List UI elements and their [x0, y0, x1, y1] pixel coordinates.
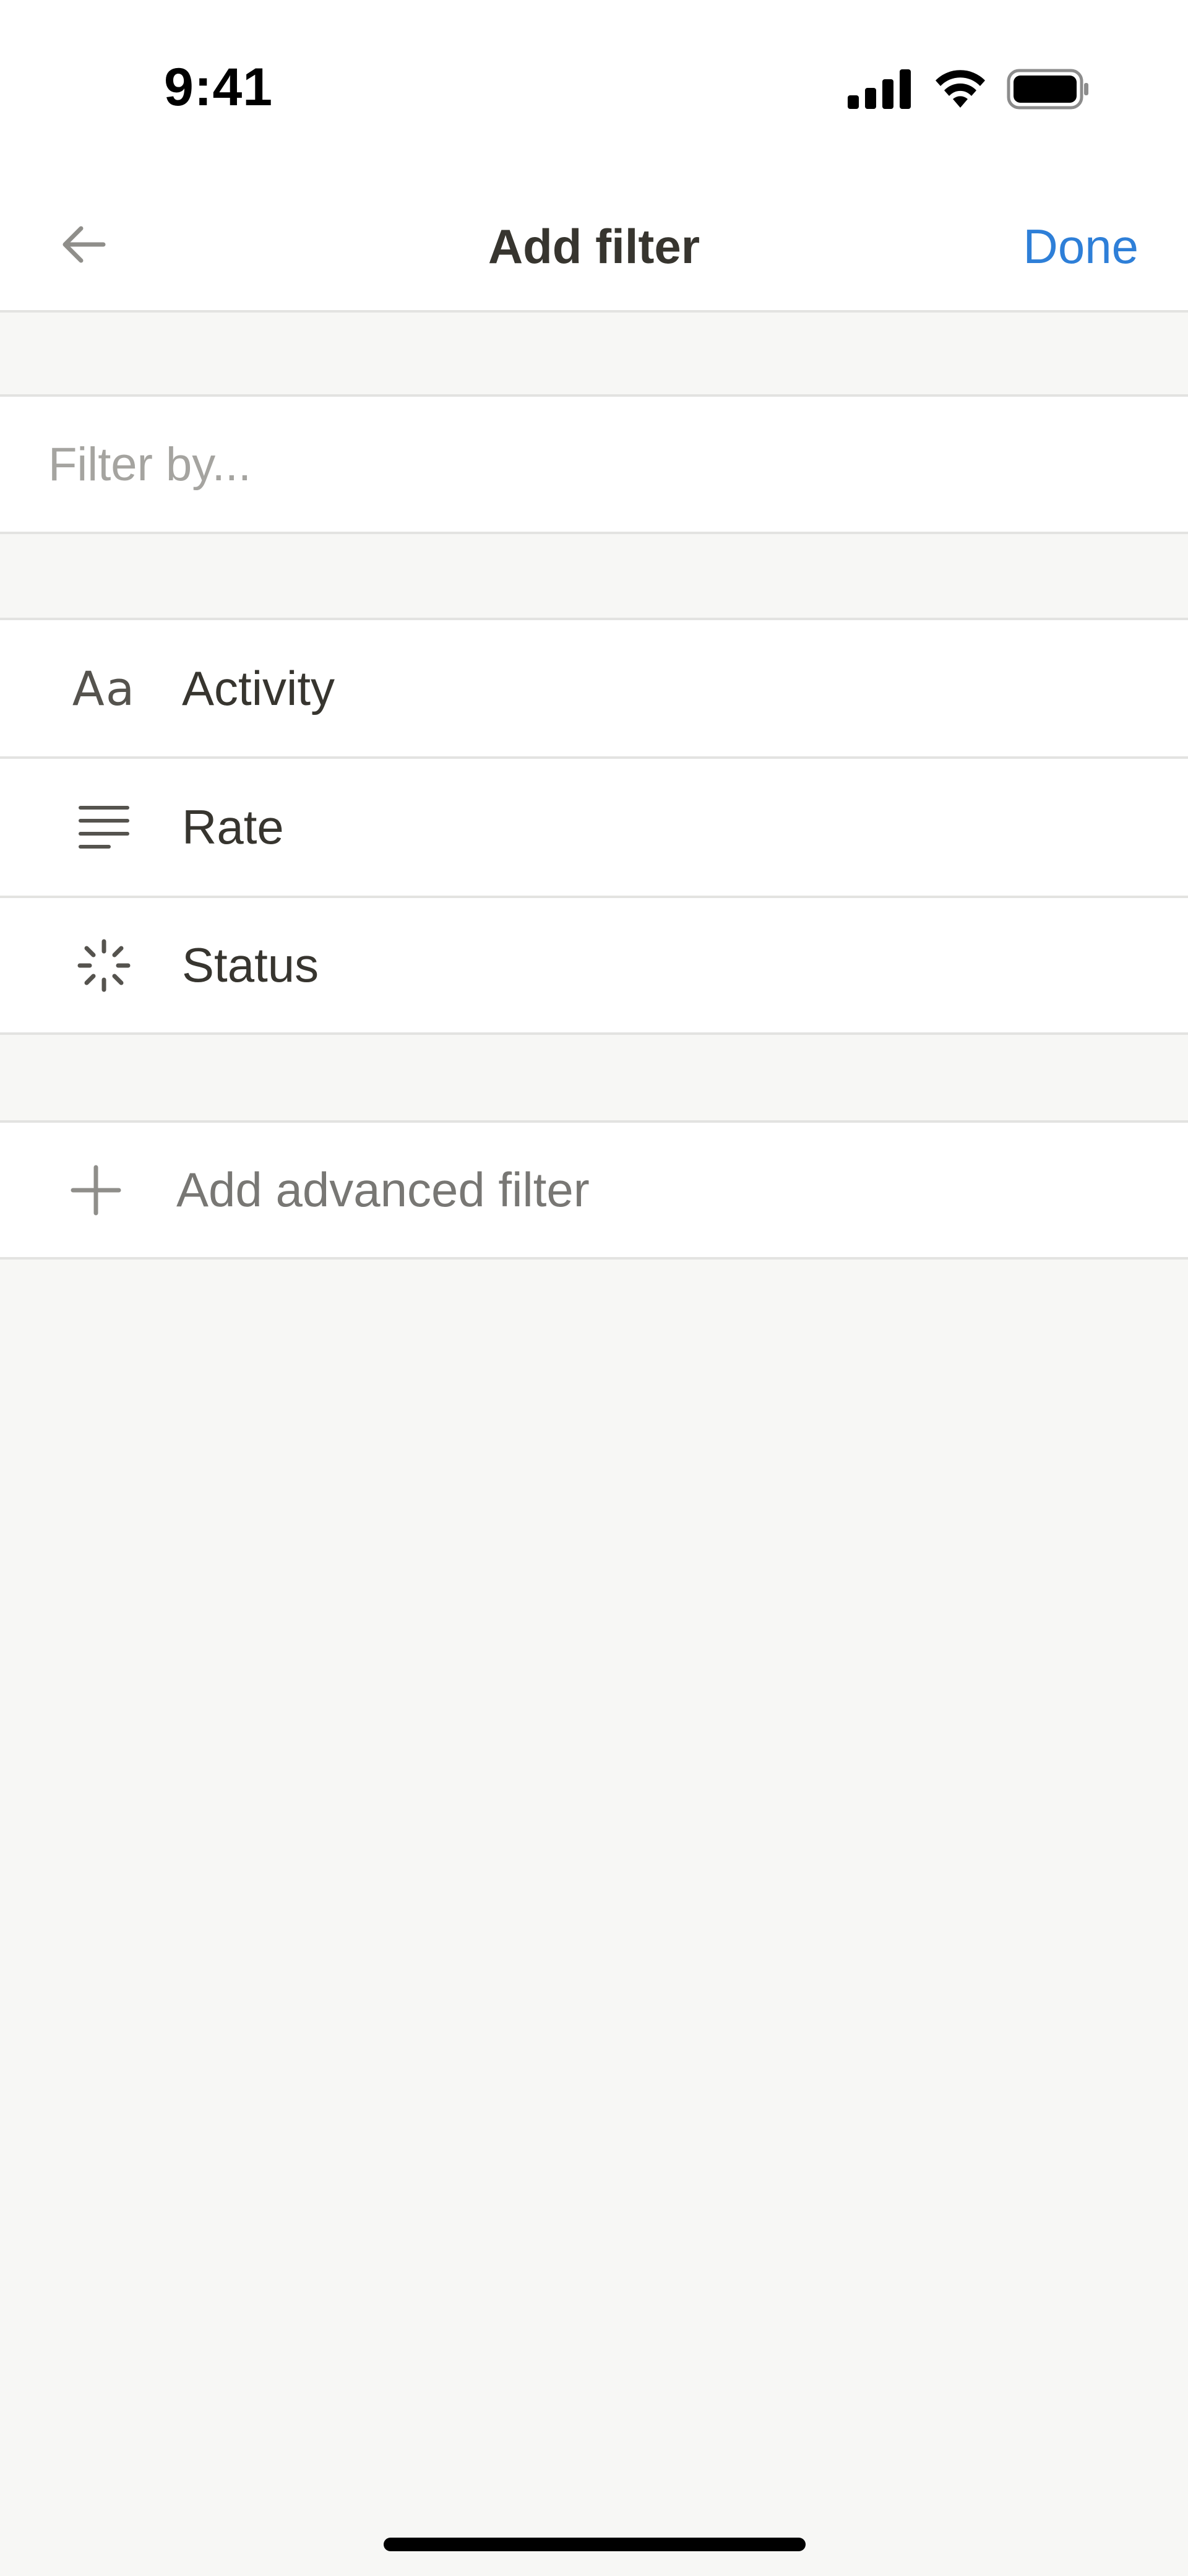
- filter-search-input[interactable]: [48, 437, 1100, 491]
- done-button[interactable]: Done: [1023, 218, 1138, 275]
- property-row-rate[interactable]: Rate: [0, 756, 1188, 896]
- text-aa-icon: Aa: [72, 661, 136, 716]
- add-advanced-filter-label: Add advanced filter: [176, 1162, 590, 1217]
- property-label: Activity: [182, 661, 335, 715]
- status-bar: 9:41: [0, 0, 1188, 176]
- status-time: 9:41: [164, 58, 273, 117]
- cellular-signal-icon: [848, 69, 911, 109]
- property-label: Status: [182, 938, 319, 992]
- property-label: Rate: [182, 800, 284, 854]
- add-advanced-filter-button[interactable]: Add advanced filter: [0, 1120, 1188, 1260]
- wifi-icon: [936, 70, 985, 108]
- search-row: [0, 394, 1188, 534]
- text-lines-icon: [73, 797, 135, 858]
- nav-bar: Add filter Done: [0, 176, 1188, 313]
- status-icons: [848, 67, 1089, 110]
- home-indicator: [384, 2538, 806, 2551]
- plus-icon: [65, 1159, 127, 1221]
- property-row-activity[interactable]: Aa Activity: [0, 618, 1188, 757]
- section-gap: [0, 313, 1188, 396]
- property-row-status[interactable]: Status: [0, 896, 1188, 1035]
- page-title: Add filter: [488, 219, 700, 274]
- status-spinner-icon: [73, 935, 135, 996]
- battery-icon: [1007, 69, 1088, 110]
- screen: 9:41 Add filter Done Filter by... Aa Act…: [0, 0, 1188, 2576]
